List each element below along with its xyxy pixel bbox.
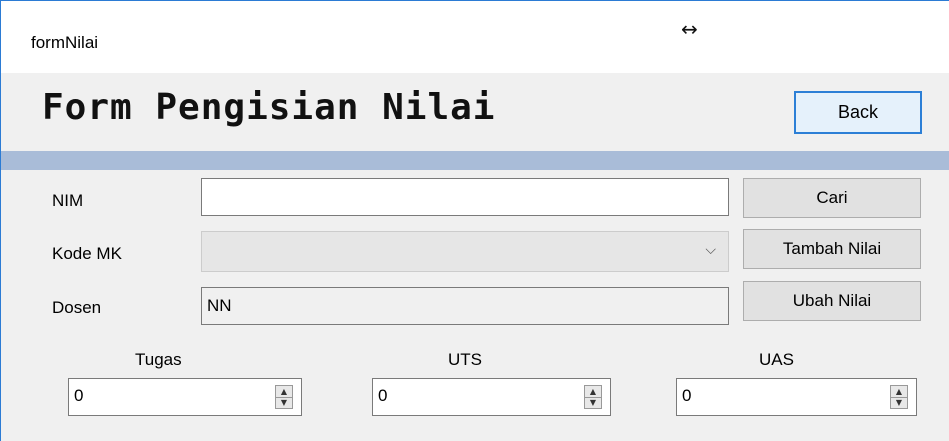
header-divider	[1, 151, 949, 170]
tambah-nilai-button[interactable]: Tambah Nilai	[743, 229, 921, 269]
tugas-value: 0	[74, 386, 84, 405]
tugas-label: Tugas	[135, 350, 182, 369]
kode-mk-dropdown[interactable]: ⌵	[201, 231, 729, 272]
updown-spinner-icon[interactable]: ▲ ▼	[890, 385, 908, 409]
page-title: Form Pengisian Nilai	[42, 87, 496, 128]
tugas-stepper[interactable]: 0 ▲ ▼	[68, 378, 302, 416]
back-button[interactable]: Back	[794, 91, 922, 134]
form-window: formNilai ↔ Form Pengisian Nilai Back NI…	[0, 0, 949, 441]
uas-label: UAS	[759, 350, 794, 369]
nim-input[interactable]	[201, 178, 729, 216]
uas-value: 0	[682, 386, 692, 405]
uts-stepper[interactable]: 0 ▲ ▼	[372, 378, 611, 416]
kode-mk-label: Kode MK	[52, 244, 122, 263]
cari-button[interactable]: Cari	[743, 178, 921, 218]
updown-spinner-icon[interactable]: ▲ ▼	[584, 385, 602, 409]
uts-label: UTS	[448, 350, 482, 369]
window-title: formNilai	[31, 33, 99, 52]
resize-cursor-icon: ↔	[681, 17, 698, 41]
updown-spinner-icon[interactable]: ▲ ▼	[275, 385, 293, 409]
nim-label: NIM	[52, 191, 84, 210]
dosen-label: Dosen	[52, 298, 102, 317]
ubah-nilai-button[interactable]: Ubah Nilai	[743, 281, 921, 321]
chevron-down-icon: ⌵	[705, 242, 716, 258]
dosen-field[interactable]: NN	[201, 287, 729, 325]
uas-stepper[interactable]: 0 ▲ ▼	[676, 378, 917, 416]
title-bar[interactable]: formNilai ↔	[1, 1, 949, 73]
uts-value: 0	[378, 386, 388, 405]
